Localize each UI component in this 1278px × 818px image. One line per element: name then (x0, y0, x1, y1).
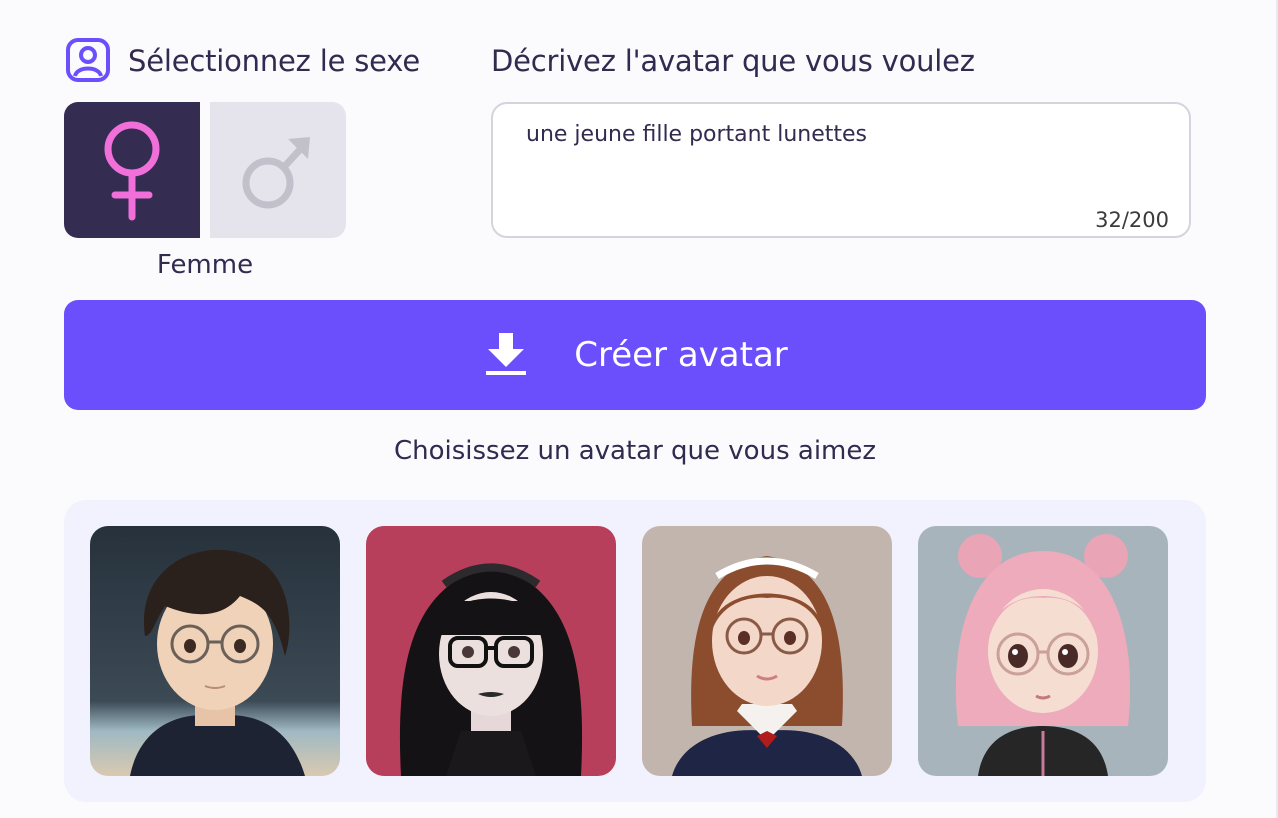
avatar-description-textarea[interactable]: une jeune fille portant lunettes 32/200 (491, 102, 1191, 238)
avatar-option-3[interactable] (642, 526, 892, 776)
gallery-prompt: Choisissez un avatar que vous aimez (393, 436, 877, 466)
victorian-girl-avatar-image (642, 526, 892, 776)
male-symbol-icon (242, 137, 310, 209)
goth-girl-avatar-image (366, 526, 616, 776)
gender-section-title: Sélectionnez le sexe (128, 44, 420, 78)
female-option-button[interactable] (64, 102, 200, 238)
avatar-option-1[interactable] (90, 526, 340, 776)
chibi-pink-hair-avatar-image (918, 526, 1168, 776)
anime-boy-avatar-image (90, 526, 340, 776)
create-avatar-label: Créer avatar (574, 335, 788, 375)
user-profile-icon (66, 38, 110, 82)
download-icon (486, 333, 527, 375)
selected-gender-label: Femme (156, 250, 254, 280)
male-option-button[interactable] (210, 102, 346, 238)
avatar-gallery (64, 500, 1206, 802)
female-symbol-icon (104, 121, 160, 221)
create-avatar-button[interactable]: Créer avatar (64, 300, 1206, 410)
character-counter: 32/200 (1095, 208, 1169, 232)
description-text: une jeune fille portant lunettes (526, 122, 868, 147)
avatar-option-2[interactable] (366, 526, 616, 776)
description-section-title: Décrivez l'avatar que vous voulez (491, 44, 975, 78)
avatar-option-4[interactable] (918, 526, 1168, 776)
